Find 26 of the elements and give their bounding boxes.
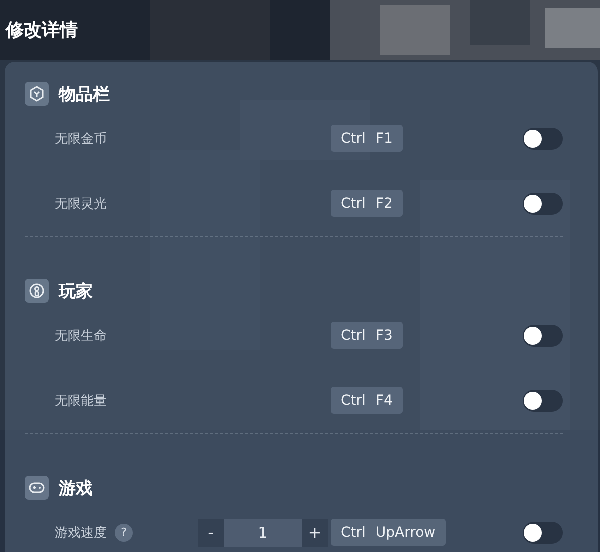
option-label: 游戏速度	[55, 524, 107, 542]
hotkey-button[interactable]: Ctrl F1	[331, 125, 403, 152]
decrement-button[interactable]: -	[198, 518, 224, 546]
gamepad-icon	[25, 476, 49, 500]
person-icon	[25, 279, 49, 303]
option-label: 无限灵光	[55, 196, 107, 212]
help-button[interactable]: ?	[115, 524, 133, 542]
hotkey-button[interactable]: Ctrl F2	[331, 190, 403, 217]
increment-button[interactable]: +	[302, 518, 328, 546]
option-label: 无限生命	[55, 328, 107, 344]
hotkey-button[interactable]: Ctrl F4	[331, 387, 403, 414]
hotkey-button[interactable]: Ctrl UpArrow	[331, 519, 446, 546]
option-label: 无限能量	[55, 392, 107, 410]
option-label: 无限金币	[55, 130, 107, 148]
toggle-switch[interactable]	[523, 324, 563, 346]
toggle-switch[interactable]	[523, 522, 563, 544]
section-title: 物品栏	[59, 84, 110, 106]
toggle-switch[interactable]	[523, 192, 563, 214]
hotkey-button[interactable]: Ctrl F3	[331, 322, 403, 349]
section-title: 游戏	[59, 478, 93, 500]
toggle-switch[interactable]	[523, 390, 563, 412]
section-title: 玩家	[59, 280, 93, 302]
cube-icon	[25, 82, 49, 106]
page-title: 修改详情	[6, 19, 78, 42]
toggle-switch[interactable]	[523, 128, 563, 150]
value-field[interactable]: 1	[224, 518, 302, 546]
